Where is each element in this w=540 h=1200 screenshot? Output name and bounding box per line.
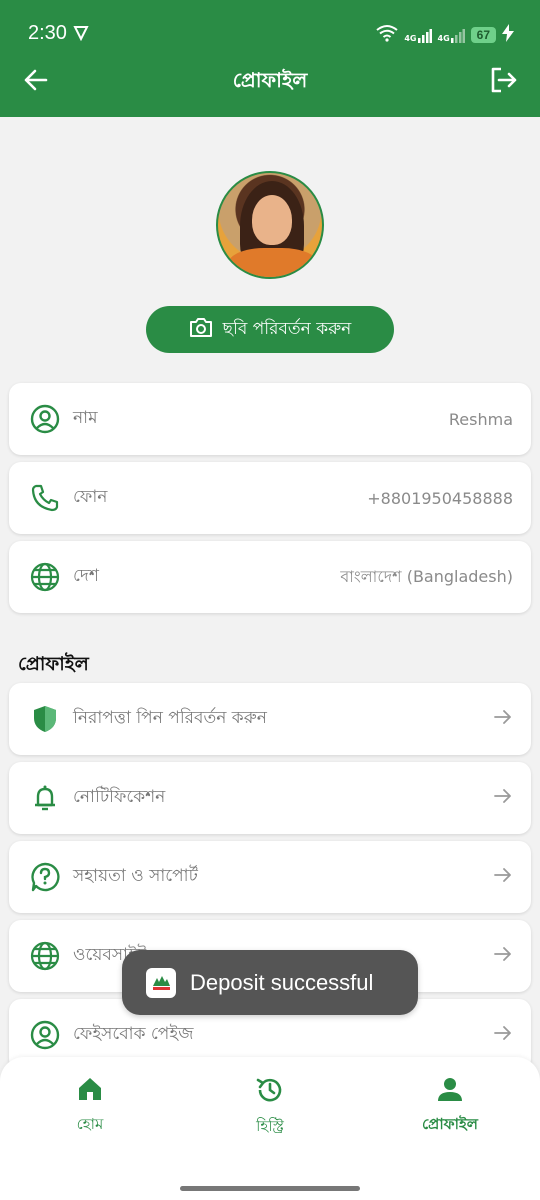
wifi-icon [376, 24, 398, 46]
tab-label: হোম [76, 1115, 104, 1133]
info-label: দেশ [73, 566, 99, 586]
info-value: বাংলাদেশ (Bangladesh) [340, 566, 513, 586]
avatar [216, 171, 324, 279]
avatar-face [252, 195, 292, 245]
person-icon [436, 1078, 464, 1107]
arrow-right-icon [493, 865, 513, 889]
menu-label: ফেইসবোক পেইজ [73, 1024, 194, 1044]
home-icon [76, 1078, 104, 1107]
menu-item-change-pin[interactable]: নিরাপত্তা পিন পরিবর্তন করুন [9, 683, 531, 755]
section-title: প্রোফাইল [18, 653, 89, 675]
menu-item-notification[interactable]: নোটিফিকেশন [9, 762, 531, 834]
menu-item-support[interactable]: সহায়তা ও সাপোর্ট [9, 841, 531, 913]
page-title: প্রোফাইল [232, 68, 308, 92]
info-value: Reshma [448, 409, 513, 429]
info-card-country: দেশ বাংলাদেশ (Bangladesh) [9, 541, 531, 613]
tab-history[interactable]: হিস্ট্রি [200, 1075, 340, 1140]
tab-profile[interactable]: প্রোফাইল [380, 1075, 520, 1138]
shield-icon [29, 703, 61, 735]
vpn-icon [73, 25, 89, 45]
phone-icon [29, 482, 61, 514]
app-bar: 2:30 4G 4G 67 প্রোফাইল [0, 0, 540, 117]
info-card-name: নাম Reshma [9, 383, 531, 455]
status-bar: 2:30 4G 4G 67 [0, 0, 540, 68]
arrow-right-icon [493, 786, 513, 810]
arrow-right-icon [493, 707, 513, 731]
bell-icon [29, 782, 61, 814]
help-circle-icon [29, 861, 61, 893]
charging-icon [502, 24, 514, 46]
change-photo-button[interactable]: ছবি পরিবর্তন করুন [146, 306, 394, 353]
menu-label: নিরাপত্তা পিন পরিবর্তন করুন [73, 708, 267, 728]
signal-1: 4G [404, 27, 432, 43]
info-label: ফোন [73, 487, 108, 507]
arrow-right-icon [493, 944, 513, 968]
home-indicator[interactable] [180, 1186, 360, 1191]
info-value: +8801950458888 [367, 488, 513, 508]
info-label: নাম [73, 408, 98, 428]
bottom-nav: হোম হিস্ট্রি প্রোফাইল [0, 1057, 540, 1200]
network-type-1: 4G [404, 34, 417, 43]
person-circle-icon [29, 403, 61, 435]
tab-home[interactable]: হোম [20, 1075, 160, 1138]
app-logo-icon [146, 967, 176, 998]
globe-icon [29, 940, 61, 972]
globe-icon [29, 561, 61, 593]
toast-message: Deposit successful [190, 969, 374, 995]
network-type-2: 4G [437, 34, 450, 43]
camera-icon [189, 316, 213, 343]
top-nav: প্রোফাইল [0, 62, 540, 102]
person-circle-icon [29, 1019, 61, 1051]
menu-label: সহায়তা ও সাপোর্ট [73, 866, 198, 886]
tab-label: হিস্ট্রি [256, 1117, 284, 1135]
info-card-phone: ফোন +8801950458888 [9, 462, 531, 534]
toast: Deposit successful [122, 950, 418, 1015]
menu-label: নোটিফিকেশন [73, 787, 166, 807]
logout-icon[interactable] [488, 65, 518, 99]
battery-level: 67 [470, 27, 496, 43]
avatar-sari [228, 248, 318, 277]
history-icon [255, 1078, 285, 1109]
change-photo-label: ছবি পরিবর্তন করুন [222, 318, 352, 339]
status-time: 2:30 [28, 22, 67, 44]
tab-label: প্রোফাইল [422, 1115, 478, 1133]
arrow-right-icon [493, 1023, 513, 1047]
signal-2: 4G [438, 27, 465, 43]
